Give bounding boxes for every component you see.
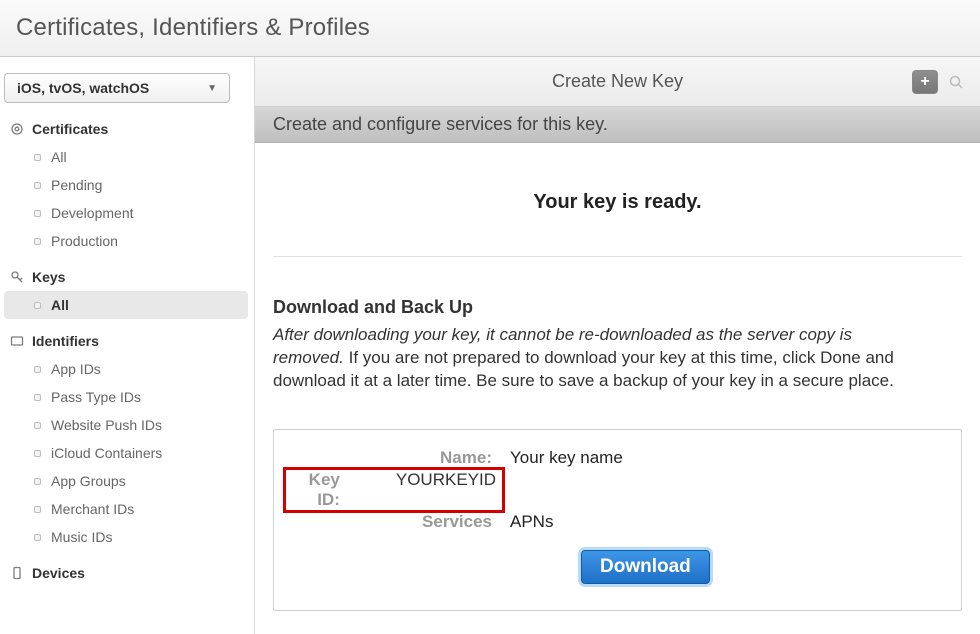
key-icon xyxy=(10,270,24,284)
bullet-icon xyxy=(34,450,41,457)
content-topbar: Create New Key + xyxy=(255,57,980,107)
page-title: Certificates, Identifiers & Profiles xyxy=(16,14,370,42)
download-text-rest: If you are not prepared to download your… xyxy=(273,348,894,390)
sidebar-section-label: Certificates xyxy=(32,121,108,137)
key-info-box: Name: Your key name Key ID: YOURKEYID Se… xyxy=(273,429,962,611)
sidebar-section-certificates[interactable]: Certificates xyxy=(0,115,254,143)
sidebar-section-devices[interactable]: Devices xyxy=(0,559,254,587)
bullet-icon xyxy=(34,394,41,401)
sidebar-item-app-ids[interactable]: App IDs xyxy=(4,355,248,383)
bullet-icon xyxy=(34,210,41,217)
key-id-highlight: Key ID: YOURKEYID xyxy=(283,467,505,513)
name-value: Your key name xyxy=(510,448,623,468)
bullet-icon xyxy=(34,182,41,189)
platform-selector-label: iOS, tvOS, watchOS xyxy=(17,80,149,96)
sidebar-item-icloud-containers[interactable]: iCloud Containers xyxy=(4,439,248,467)
sidebar-item-label: Production xyxy=(51,233,118,249)
services-value: APNs xyxy=(510,512,623,532)
bullet-icon xyxy=(34,534,41,541)
content-title: Create New Key xyxy=(552,71,683,92)
sidebar-item-certificates-all[interactable]: All xyxy=(4,143,248,171)
chevron-down-icon: ▼ xyxy=(207,83,217,94)
sidebar-item-label: Development xyxy=(51,205,134,221)
add-button[interactable]: + xyxy=(912,70,938,94)
sidebar-item-app-groups[interactable]: App Groups xyxy=(4,467,248,495)
plus-icon: + xyxy=(920,73,929,91)
bullet-icon xyxy=(34,422,41,429)
bullet-icon xyxy=(34,302,41,309)
gear-icon xyxy=(10,122,24,136)
ready-heading: Your key is ready. xyxy=(273,191,962,214)
sidebar-section-identifiers[interactable]: Identifiers xyxy=(0,327,254,355)
sidebar-item-label: Music IDs xyxy=(51,529,112,545)
sidebar-section-label: Keys xyxy=(32,269,65,285)
sidebar-item-label: Pass Type IDs xyxy=(51,389,141,405)
sidebar-item-label: Website Push IDs xyxy=(51,417,162,433)
download-text: After downloading your key, it cannot be… xyxy=(273,324,913,393)
bullet-icon xyxy=(34,366,41,373)
search-icon xyxy=(948,74,964,90)
sidebar-item-certificates-pending[interactable]: Pending xyxy=(4,171,248,199)
body: iOS, tvOS, watchOS ▼ Certificates All Pe… xyxy=(0,57,980,634)
sidebar-item-label: iCloud Containers xyxy=(51,445,162,461)
services-label: Services xyxy=(292,512,492,532)
sidebar-item-merchant-ids[interactable]: Merchant IDs xyxy=(4,495,248,523)
sidebar-item-keys-all[interactable]: All xyxy=(4,291,248,319)
key-id-label: Key ID: xyxy=(292,470,340,510)
sidebar-item-label: Merchant IDs xyxy=(51,501,134,517)
sidebar-item-certificates-production[interactable]: Production xyxy=(4,227,248,255)
sidebar-item-pass-type-ids[interactable]: Pass Type IDs xyxy=(4,383,248,411)
sidebar-item-website-push-ids[interactable]: Website Push IDs xyxy=(4,411,248,439)
name-label: Name: xyxy=(292,448,492,468)
download-button[interactable]: Download xyxy=(581,550,710,584)
main-area: Your key is ready. Download and Back Up … xyxy=(255,191,980,629)
sidebar-section-label: Devices xyxy=(32,565,85,581)
divider xyxy=(273,256,962,257)
content-pane: Create New Key + Create and configure se… xyxy=(255,57,980,634)
bullet-icon xyxy=(34,238,41,245)
platform-selector[interactable]: iOS, tvOS, watchOS ▼ xyxy=(4,73,230,103)
sidebar-item-label: App IDs xyxy=(51,361,101,377)
sidebar-item-music-ids[interactable]: Music IDs xyxy=(4,523,248,551)
device-icon xyxy=(10,566,24,580)
download-heading: Download and Back Up xyxy=(273,297,962,318)
search-button[interactable] xyxy=(944,70,968,94)
key-id-value: YOURKEYID xyxy=(396,470,496,510)
sidebar-item-label: All xyxy=(51,149,67,165)
sidebar-section-label: Identifiers xyxy=(32,333,99,349)
sidebar-item-certificates-development[interactable]: Development xyxy=(4,199,248,227)
sidebar-item-label: App Groups xyxy=(51,473,126,489)
id-icon xyxy=(10,334,24,348)
content-subheading: Create and configure services for this k… xyxy=(255,107,980,143)
sidebar-item-label: Pending xyxy=(51,177,102,193)
sidebar-section-keys[interactable]: Keys xyxy=(0,263,254,291)
sidebar: iOS, tvOS, watchOS ▼ Certificates All Pe… xyxy=(0,57,255,634)
sidebar-item-label: All xyxy=(51,297,69,313)
bullet-icon xyxy=(34,506,41,513)
bullet-icon xyxy=(34,478,41,485)
bullet-icon xyxy=(34,154,41,161)
page-header: Certificates, Identifiers & Profiles xyxy=(0,0,980,57)
